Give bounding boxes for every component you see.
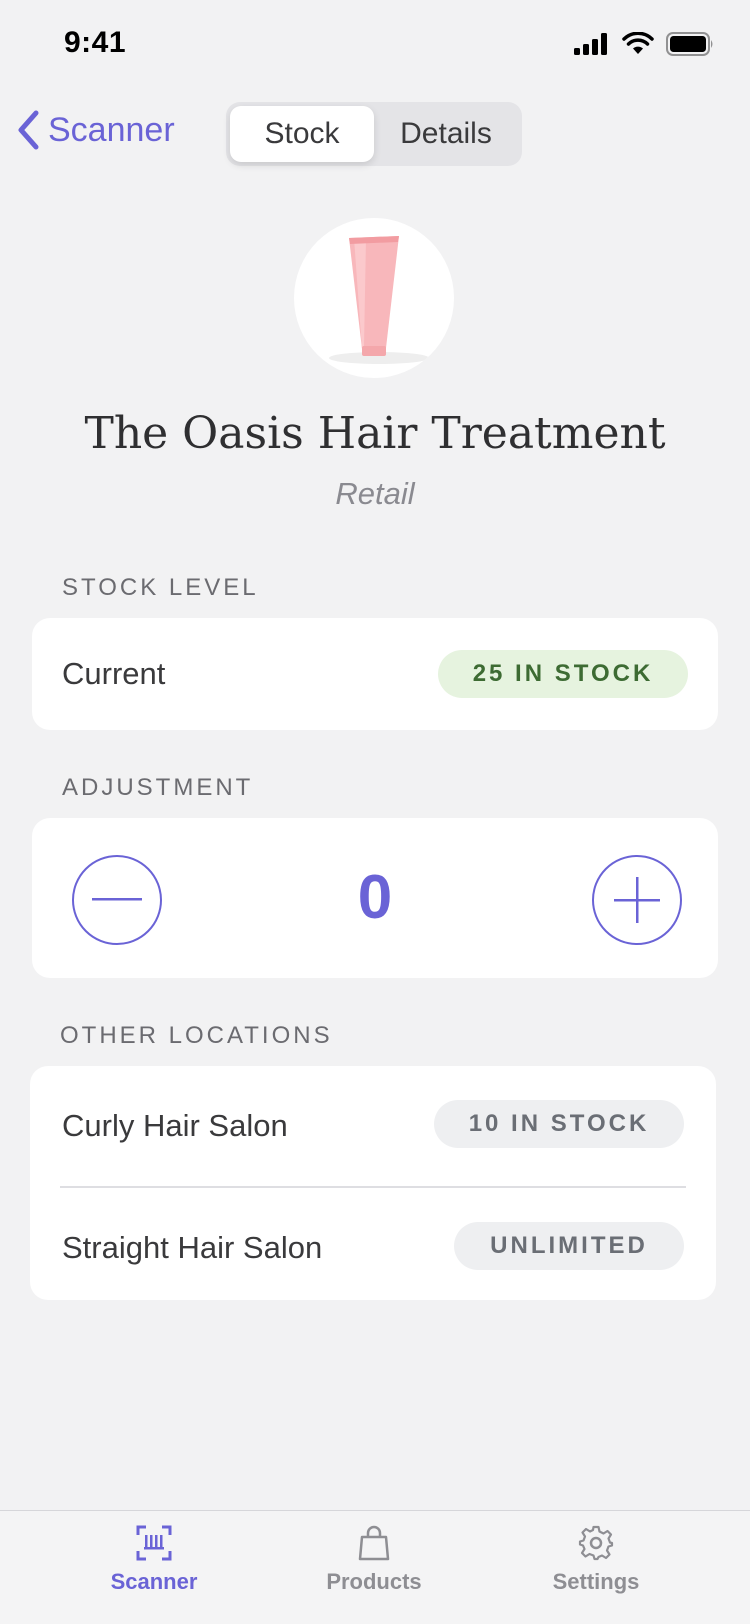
current-stock-badge: 25 IN STOCK xyxy=(438,650,688,698)
segmented-control: Stock Details xyxy=(226,102,522,166)
status-bar: 9:41 xyxy=(0,0,750,90)
tab-products[interactable]: Products xyxy=(294,1525,454,1595)
other-locations-card: Curly Hair Salon 10 IN STOCK Straight Ha… xyxy=(30,1066,716,1300)
divider xyxy=(60,1186,686,1188)
chevron-left-icon xyxy=(18,110,39,150)
wifi-icon xyxy=(622,32,654,54)
product-image xyxy=(294,218,454,378)
tab-label: Products xyxy=(326,1569,422,1594)
tab-stock[interactable]: Stock xyxy=(230,106,374,162)
product-tube-image xyxy=(329,236,429,364)
location-stock-badge: 10 IN STOCK xyxy=(434,1100,684,1148)
product-title: The Oasis Hair Treatment xyxy=(84,408,666,459)
adjustment-section-label: ADJUSTMENT xyxy=(62,774,254,801)
tab-scanner[interactable]: Scanner xyxy=(74,1525,234,1595)
location-name: Straight Hair Salon xyxy=(62,1230,323,1265)
barcode-scan-icon xyxy=(136,1525,172,1561)
cellular-signal-icon xyxy=(574,33,607,55)
other-locations-section-label: OTHER LOCATIONS xyxy=(60,1022,333,1049)
battery-icon xyxy=(666,32,713,56)
status-icons xyxy=(574,32,714,56)
shopping-bag-icon xyxy=(358,1525,390,1561)
tab-details[interactable]: Details xyxy=(374,106,518,162)
increment-button[interactable] xyxy=(592,855,682,945)
stock-level-section-label: STOCK LEVEL xyxy=(62,574,259,601)
back-button-label: Scanner xyxy=(48,110,175,149)
plus-icon xyxy=(614,877,660,923)
status-time: 9:41 xyxy=(64,26,127,59)
tab-settings[interactable]: Settings xyxy=(516,1525,676,1595)
location-stock-badge: UNLIMITED xyxy=(454,1222,684,1270)
current-label: Current xyxy=(62,656,166,691)
gear-icon xyxy=(578,1525,614,1561)
back-button[interactable]: Scanner xyxy=(16,110,175,150)
tab-label: Scanner xyxy=(110,1569,198,1594)
tab-bar: Scanner Products Settings xyxy=(0,1510,750,1624)
stock-level-card: Current 25 IN STOCK xyxy=(32,618,718,730)
location-name: Curly Hair Salon xyxy=(62,1108,288,1143)
tab-label: Settings xyxy=(552,1569,640,1594)
product-category: Retail xyxy=(335,476,415,511)
